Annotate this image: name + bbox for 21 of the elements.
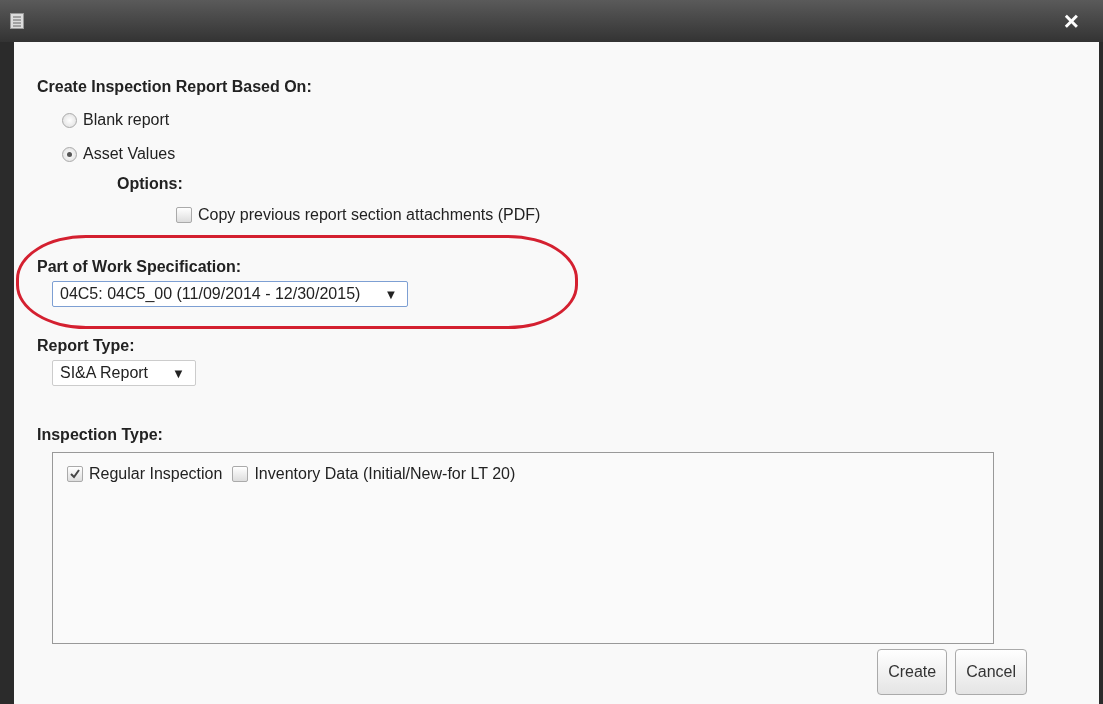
- close-button[interactable]: ×: [1059, 8, 1083, 34]
- section-label: Create Inspection Report Based On:: [37, 78, 313, 96]
- radio-label: Blank report: [83, 111, 170, 129]
- checkbox-label: Regular Inspection: [89, 465, 223, 483]
- checkbox[interactable]: [232, 466, 249, 482]
- work-spec-select[interactable]: 04C5: 04C5_00 (11/09/2014 - 12/30/2015) ▼: [52, 281, 409, 307]
- checkbox[interactable]: [67, 466, 83, 482]
- report-type-select[interactable]: SI&A Report ▼: [52, 360, 196, 386]
- checkbox-label: Copy previous report section attachments (PDF): [198, 206, 541, 224]
- field-label: Part of Work Specification:: [37, 258, 243, 276]
- cancel-button[interactable]: Cancel: [955, 649, 1027, 695]
- field-label: Report Type:: [37, 337, 136, 355]
- create-button[interactable]: Create: [877, 649, 948, 695]
- field-label: Inspection Type:: [37, 426, 164, 444]
- radio-label: Asset Values: [83, 145, 176, 163]
- radio-button[interactable]: [62, 112, 77, 128]
- list-icon: [10, 13, 24, 29]
- options-label: Options:: [117, 175, 184, 193]
- checkbox[interactable]: [176, 207, 192, 223]
- checkbox-label: Inventory Data (Initial/New-for LT 20): [254, 465, 516, 483]
- radio-button[interactable]: [62, 146, 77, 162]
